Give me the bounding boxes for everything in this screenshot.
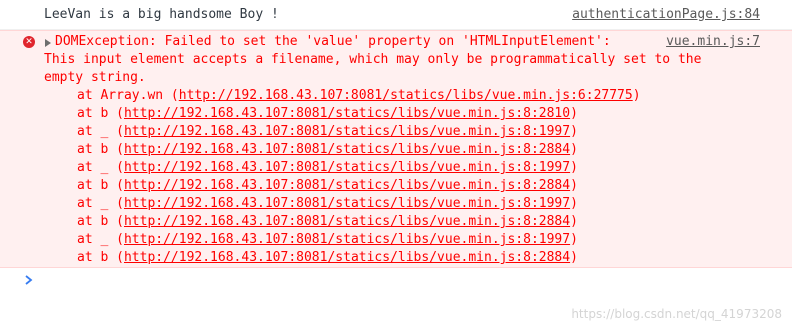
stack-frame: at _ (http://192.168.43.107:8081/statics…: [77, 160, 578, 175]
stack-frame: at _ (http://192.168.43.107:8081/statics…: [77, 196, 578, 211]
console-panel: LeeVan is a big handsome Boy ! authentic…: [0, 0, 792, 332]
error-detail-line: This input element accepts a filename, w…: [44, 52, 702, 67]
watermark-text: https://blog.csdn.net/qq_41973208: [571, 307, 782, 321]
stack-frame-prefix: at _ (: [77, 124, 124, 139]
stack-frame-url[interactable]: http://192.168.43.107:8081/statics/libs/…: [179, 88, 633, 103]
stack-frame: at _ (http://192.168.43.107:8081/statics…: [77, 232, 578, 247]
stack-frame-prefix: at b (: [77, 214, 124, 229]
stack-frame-url[interactable]: http://192.168.43.107:8081/statics/libs/…: [124, 250, 570, 265]
error-detail-line: empty string.: [44, 70, 146, 85]
stack-frame: at b (http://192.168.43.107:8081/statics…: [77, 178, 578, 193]
error-icon: ✕: [23, 36, 35, 48]
stack-frame-prefix: at _ (: [77, 196, 124, 211]
stack-frame-suffix: ): [570, 106, 578, 121]
stack-frame-url[interactable]: http://192.168.43.107:8081/statics/libs/…: [124, 196, 570, 211]
stack-frame-url[interactable]: http://192.168.43.107:8081/statics/libs/…: [124, 106, 570, 121]
stack-frame-url[interactable]: http://192.168.43.107:8081/statics/libs/…: [124, 178, 570, 193]
stack-frame-suffix: ): [570, 232, 578, 247]
stack-frame-suffix: ): [570, 250, 578, 265]
stack-frame-prefix: at b (: [77, 178, 124, 193]
stack-frame-url[interactable]: http://192.168.43.107:8081/statics/libs/…: [124, 160, 570, 175]
stack-frame: at b (http://192.168.43.107:8081/statics…: [77, 250, 578, 265]
expand-triangle-icon[interactable]: [45, 39, 51, 47]
stack-frame-prefix: at b (: [77, 106, 124, 121]
console-input[interactable]: [44, 271, 764, 291]
log-message-text: LeeVan is a big handsome Boy !: [44, 7, 279, 22]
stack-frame-prefix: at _ (: [77, 160, 124, 175]
stack-frame-prefix: at b (: [77, 142, 124, 157]
stack-frame-suffix: ): [570, 178, 578, 193]
stack-frame-suffix: ): [570, 160, 578, 175]
stack-frame-suffix: ): [570, 196, 578, 211]
stack-frame-prefix: at Array.wn (: [77, 88, 179, 103]
stack-frame: at _ (http://192.168.43.107:8081/statics…: [77, 124, 578, 139]
stack-frame: at b (http://192.168.43.107:8081/statics…: [77, 214, 578, 229]
stack-frame-suffix: ): [570, 124, 578, 139]
stack-frame-prefix: at b (: [77, 250, 124, 265]
stack-frame-url[interactable]: http://192.168.43.107:8081/statics/libs/…: [124, 232, 570, 247]
stack-frame-suffix: ): [570, 214, 578, 229]
stack-frame-suffix: ): [632, 88, 641, 103]
chevron-right-icon: [25, 275, 33, 285]
log-message-row: LeeVan is a big handsome Boy ! authentic…: [0, 0, 792, 30]
error-message-block: ✕ DOMException: Failed to set the 'value…: [0, 30, 792, 268]
stack-frame-url[interactable]: http://192.168.43.107:8081/statics/libs/…: [124, 142, 570, 157]
stack-frame: at b (http://192.168.43.107:8081/statics…: [77, 142, 578, 157]
stack-frame-url[interactable]: http://192.168.43.107:8081/statics/libs/…: [124, 124, 570, 139]
console-prompt-row[interactable]: [0, 268, 792, 294]
stack-frame-prefix: at _ (: [77, 232, 124, 247]
stack-frame-suffix: ): [570, 142, 578, 157]
stack-frame: at Array.wn (http://192.168.43.107:8081/…: [77, 88, 641, 103]
log-source-link[interactable]: authenticationPage.js:84: [572, 7, 760, 22]
error-headline[interactable]: DOMException: Failed to set the 'value' …: [55, 34, 611, 49]
error-source-link[interactable]: vue.min.js:7: [666, 34, 760, 49]
stack-frame: at b (http://192.168.43.107:8081/statics…: [77, 106, 578, 121]
stack-frame-url[interactable]: http://192.168.43.107:8081/statics/libs/…: [124, 214, 570, 229]
